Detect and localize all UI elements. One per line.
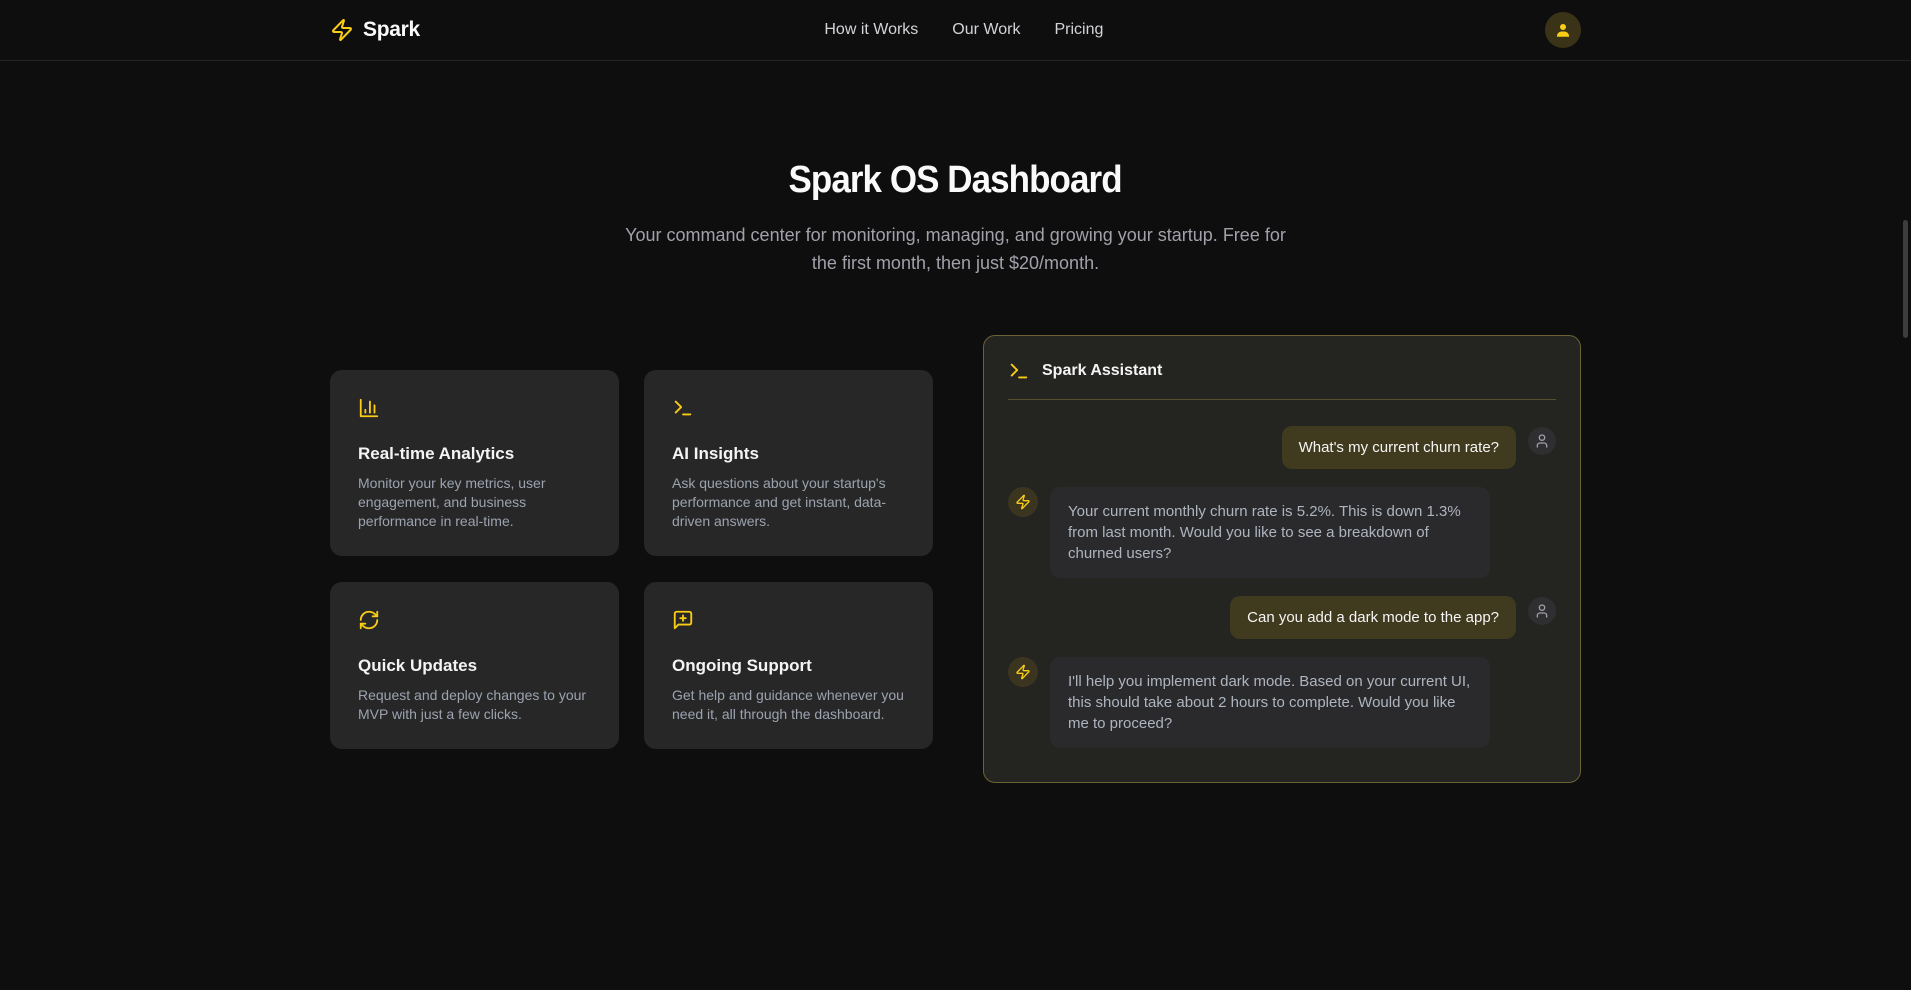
assistant-message-bubble: Your current monthly churn rate is 5.2%.… — [1050, 487, 1490, 578]
terminal-icon — [672, 397, 694, 419]
user-icon — [1554, 21, 1572, 39]
spark-logo[interactable]: Spark — [330, 18, 420, 42]
assistant-avatar-zap-icon — [1008, 487, 1038, 517]
assistant-message-bubble: I'll help you implement dark mode. Based… — [1050, 657, 1490, 748]
assistant-panel-header: Spark Assistant — [1008, 360, 1556, 400]
main-content: Real-time Analytics Monitor your key met… — [330, 335, 1581, 783]
page-subtitle: Your command center for monitoring, mana… — [611, 221, 1301, 277]
nav-link-our-work[interactable]: Our Work — [952, 21, 1020, 39]
zap-icon — [330, 18, 354, 42]
feature-description: Request and deploy changes to your MVP w… — [358, 686, 591, 724]
chat-message-assistant: Your current monthly churn rate is 5.2%.… — [1008, 487, 1556, 578]
user-message-bubble: What's my current churn rate? — [1282, 426, 1516, 469]
feature-grid: Real-time Analytics Monitor your key met… — [330, 370, 933, 749]
feature-title: AI Insights — [672, 443, 905, 465]
feature-card-ongoing-support[interactable]: Ongoing Support Get help and guidance wh… — [644, 582, 933, 749]
page-title: Spark OS Dashboard — [789, 157, 1122, 203]
feature-title: Ongoing Support — [672, 655, 905, 677]
chat-message-list: What's my current churn rate? Your curre… — [1008, 426, 1556, 762]
refresh-icon — [358, 609, 380, 631]
feature-title: Real-time Analytics — [358, 443, 591, 465]
nav-link-how-it-works[interactable]: How it Works — [824, 21, 918, 39]
feature-description: Monitor your key metrics, user engagemen… — [358, 474, 591, 531]
bar-chart-icon — [358, 397, 380, 419]
feature-card-quick-updates[interactable]: Quick Updates Request and deploy changes… — [330, 582, 619, 749]
assistant-panel-title: Spark Assistant — [1042, 362, 1162, 380]
feature-card-ai-insights[interactable]: AI Insights Ask questions about your sta… — [644, 370, 933, 556]
feature-description: Ask questions about your startup's perfo… — [672, 474, 905, 531]
logo-label: Spark — [363, 18, 420, 42]
user-avatar — [1528, 597, 1556, 625]
nav-link-pricing[interactable]: Pricing — [1054, 21, 1103, 39]
terminal-icon — [1008, 360, 1030, 382]
chat-message-assistant: I'll help you implement dark mode. Based… — [1008, 657, 1556, 748]
assistant-avatar-zap-icon — [1008, 657, 1038, 687]
account-button[interactable] — [1545, 12, 1581, 48]
vertical-scrollbar[interactable] — [1903, 220, 1908, 338]
top-navigation-bar: Spark How it Works Our Work Pricing — [0, 0, 1911, 61]
spark-assistant-panel: Spark Assistant What's my current churn … — [983, 335, 1581, 783]
user-message-bubble: Can you add a dark mode to the app? — [1230, 596, 1516, 639]
feature-card-realtime-analytics[interactable]: Real-time Analytics Monitor your key met… — [330, 370, 619, 556]
message-square-plus-icon — [672, 609, 694, 631]
hero-section: Spark OS Dashboard Your command center f… — [0, 61, 1911, 277]
chat-message-user: What's my current churn rate? — [1008, 426, 1556, 469]
chat-message-user: Can you add a dark mode to the app? — [1008, 596, 1556, 639]
user-avatar — [1528, 427, 1556, 455]
feature-description: Get help and guidance whenever you need … — [672, 686, 905, 724]
main-nav: How it Works Our Work Pricing — [824, 0, 1103, 60]
feature-title: Quick Updates — [358, 655, 591, 677]
